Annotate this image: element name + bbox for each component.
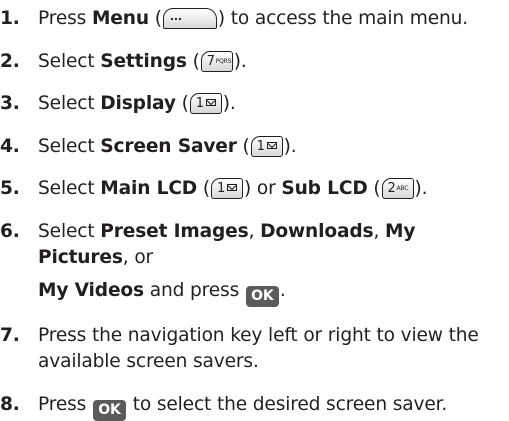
my-videos-term: My Videos	[38, 279, 144, 301]
downloads-term: Downloads	[260, 220, 374, 242]
menu-term: Menu	[91, 8, 149, 29]
step-3: 3. Select Display (1).	[0, 91, 509, 117]
screen-saver-term: Screen Saver	[100, 135, 237, 157]
preset-images-term: Preset Images	[100, 220, 249, 242]
key-2-icon: 2 ABC	[381, 178, 414, 199]
step-1: 1. Press Menu (...) to access the main m…	[0, 6, 509, 32]
step-number: 3.	[0, 93, 20, 114]
step-number: 7.	[0, 325, 20, 346]
sub-lcd-term: Sub LCD	[281, 178, 368, 199]
key-1-envelope-icon: 1	[189, 93, 222, 114]
step-4: 4. Select Screen Saver (1).	[0, 134, 509, 160]
step-5: 5. Select Main LCD (1) or Sub LCD (2 ABC)…	[0, 176, 509, 202]
step-number: 4.	[0, 135, 20, 157]
step-number: 8.	[0, 393, 20, 415]
step-2: 2. Select Settings (7 PQRS).	[0, 49, 509, 75]
step-number: 6.	[0, 220, 20, 242]
key-7-icon: 7 PQRS	[200, 50, 233, 72]
ok-key-icon: OK	[245, 285, 279, 307]
step-number: 2.	[0, 50, 20, 72]
step-6: 6. Select Preset Images, Downloads, My P…	[0, 219, 509, 307]
settings-term: Settings	[100, 50, 187, 72]
step-7: 7. Press the navigation key left or righ…	[0, 325, 479, 372]
display-term: Display	[100, 93, 176, 114]
key-1-envelope-icon: 1	[210, 178, 243, 199]
instruction-steps: 1. Press Menu (...) to access the main m…	[0, 0, 509, 421]
main-lcd-term: Main LCD	[100, 178, 198, 199]
step-number: 1.	[0, 8, 20, 29]
key-1-envelope-icon: 1	[250, 135, 283, 157]
menu-key-icon: ...	[162, 8, 217, 29]
step-number: 5.	[0, 178, 20, 199]
ok-key-icon: OK	[92, 399, 126, 421]
